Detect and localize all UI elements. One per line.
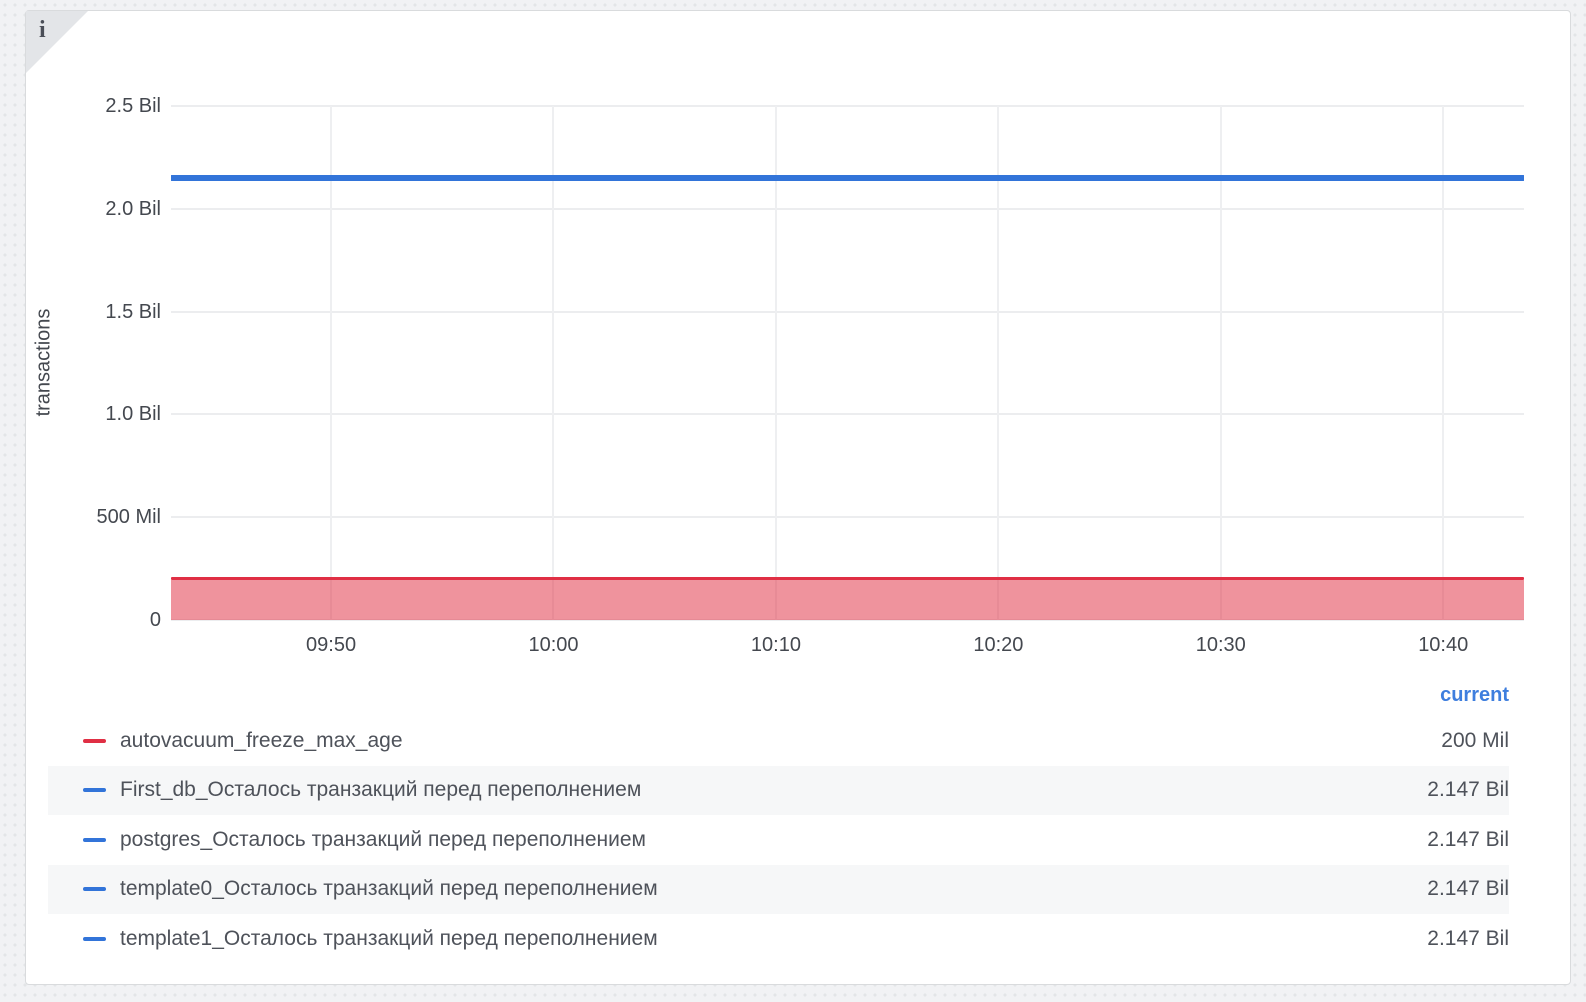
series-color-marker[interactable]: [83, 838, 106, 842]
series-label[interactable]: autovacuum_freeze_max_age: [120, 729, 1441, 753]
series-label[interactable]: template1_Осталось транзакций перед пере…: [120, 927, 1427, 951]
gridline-vertical: [775, 106, 777, 620]
info-corner-triangle: [26, 11, 88, 73]
series-color-marker[interactable]: [83, 739, 106, 743]
y-axis-tick-label: 500 Mil: [41, 505, 161, 529]
series-color-marker[interactable]: [83, 937, 106, 941]
y-axis-tick-label: 1.0 Bil: [41, 402, 161, 426]
legend-current-column-header[interactable]: current: [1440, 684, 1509, 707]
plot-area: [171, 106, 1524, 620]
series-color-marker[interactable]: [83, 788, 106, 792]
info-icon: i: [39, 17, 46, 44]
y-axis-tick-label: 0: [41, 608, 161, 632]
gridline-horizontal: [171, 413, 1524, 415]
gridline-vertical: [330, 106, 332, 620]
legend-row: First_db_Осталось транзакций перед переп…: [48, 766, 1509, 816]
legend-rows: autovacuum_freeze_max_age200 Mil First_db…: [48, 716, 1509, 964]
y-axis-title: transactions: [33, 223, 56, 503]
gridline-horizontal: [171, 311, 1524, 313]
x-axis-tick-label: 09:50: [271, 633, 391, 657]
series-current-value: 2.147 Bil: [1427, 927, 1509, 951]
x-axis-tick-label: 10:40: [1383, 633, 1503, 657]
gridline-horizontal: [171, 105, 1524, 107]
legend-header: current: [48, 674, 1509, 716]
series-line: [171, 577, 1524, 580]
series-current-value: 200 Mil: [1441, 729, 1509, 753]
series-current-value: 2.147 Bil: [1427, 828, 1509, 852]
panel: i transactions current autovacuum_freeze…: [25, 10, 1571, 985]
x-axis-tick-label: 10:20: [938, 633, 1058, 657]
gridline-horizontal: [171, 208, 1524, 210]
series-line: [171, 175, 1524, 181]
legend: current autovacuum_freeze_max_age200 Mil…: [48, 674, 1509, 964]
series-label[interactable]: template0_Осталось транзакций перед пере…: [120, 877, 1427, 901]
x-axis-tick-label: 10:00: [493, 633, 613, 657]
legend-row: autovacuum_freeze_max_age200 Mil: [48, 716, 1509, 766]
gridline-vertical: [552, 106, 554, 620]
series-color-marker[interactable]: [83, 887, 106, 891]
y-axis-tick-label: 1.5 Bil: [41, 300, 161, 324]
gridline-vertical: [997, 106, 999, 620]
legend-row: template0_Осталось транзакций перед пере…: [48, 865, 1509, 915]
x-axis-tick-label: 10:10: [716, 633, 836, 657]
series-current-value: 2.147 Bil: [1427, 877, 1509, 901]
panel-info-corner[interactable]: i: [26, 11, 88, 73]
y-axis-tick-label: 2.0 Bil: [41, 197, 161, 221]
series-label[interactable]: postgres_Осталось транзакций перед переп…: [120, 828, 1427, 852]
legend-row: template1_Осталось транзакций перед пере…: [48, 914, 1509, 964]
y-axis-tick-label: 2.5 Bil: [41, 94, 161, 118]
legend-row: postgres_Осталось транзакций перед переп…: [48, 815, 1509, 865]
series-label[interactable]: First_db_Осталось транзакций перед переп…: [120, 778, 1427, 802]
gridline-vertical: [1442, 106, 1444, 620]
series-current-value: 2.147 Bil: [1427, 778, 1509, 802]
x-axis-tick-label: 10:30: [1161, 633, 1281, 657]
gridline-vertical: [1220, 106, 1222, 620]
gridline-horizontal: [171, 516, 1524, 518]
series-area-fill: [171, 580, 1524, 620]
